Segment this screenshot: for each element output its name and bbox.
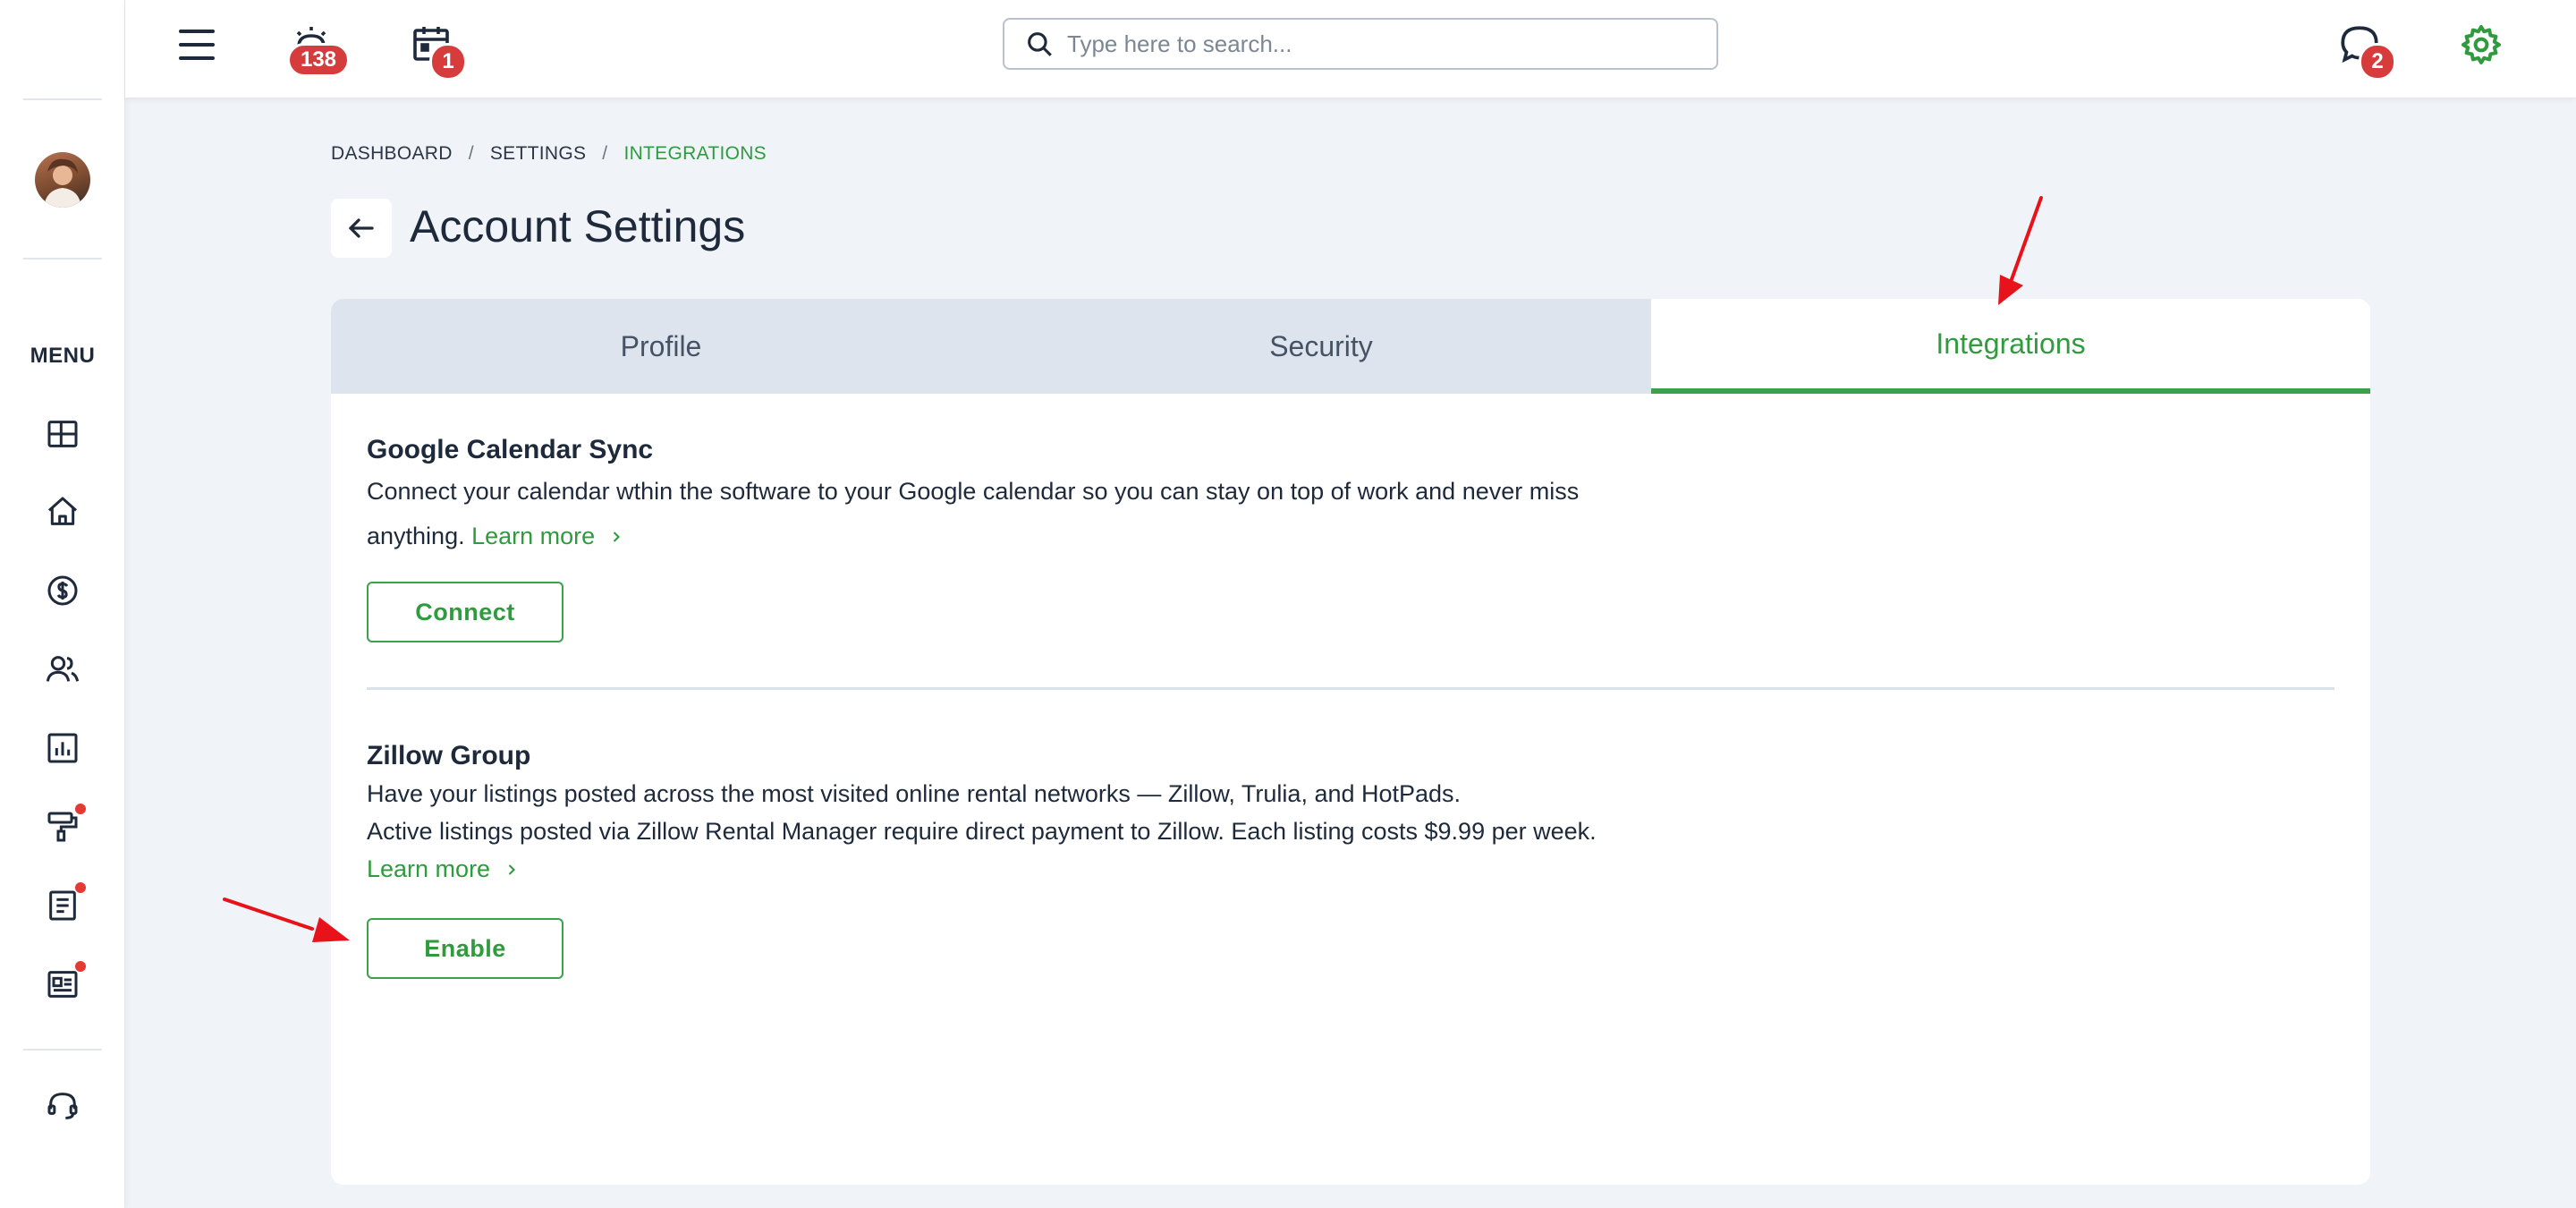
settings-button[interactable] bbox=[2456, 20, 2506, 70]
sidebar-item-people[interactable] bbox=[43, 650, 82, 689]
top-bar: 138 1 2 bbox=[125, 0, 2576, 98]
settings-card: Profile Security Integrations Google Cal… bbox=[331, 299, 2370, 1185]
paint-roller-icon bbox=[47, 812, 78, 842]
page-title: Account Settings bbox=[410, 201, 746, 251]
sidebar-divider bbox=[23, 98, 102, 100]
hamburger-icon bbox=[179, 30, 215, 60]
sidebar: MENU bbox=[0, 0, 125, 1208]
google-description-line1: Connect your calendar wthin the software… bbox=[367, 478, 1580, 505]
back-button[interactable] bbox=[331, 199, 392, 258]
chevron-right-icon bbox=[508, 864, 515, 875]
google-calendar-title: Google Calendar Sync bbox=[367, 435, 654, 464]
avatar[interactable] bbox=[35, 152, 90, 208]
section-divider bbox=[367, 687, 2334, 690]
chevron-right-icon bbox=[613, 532, 620, 542]
document-icon bbox=[49, 890, 76, 921]
menu-label: MENU bbox=[30, 344, 96, 368]
zillow-description: Have your listings posted across the mos… bbox=[367, 775, 2066, 888]
reports-icon bbox=[47, 733, 78, 763]
calendar-count-badge: 1 bbox=[429, 43, 467, 81]
google-description-text: anything. bbox=[367, 523, 465, 549]
search-box[interactable] bbox=[1003, 18, 1718, 70]
listing-icon bbox=[47, 971, 78, 998]
notification-dot bbox=[75, 882, 86, 893]
notification-dot bbox=[75, 961, 86, 972]
learn-more-label: Learn more bbox=[471, 523, 596, 549]
messages-count-badge: 2 bbox=[2359, 43, 2396, 81]
notification-dot bbox=[75, 804, 86, 814]
support-headset-icon bbox=[47, 1093, 78, 1119]
sidebar-item-support[interactable] bbox=[43, 1086, 82, 1126]
zillow-description-line2: Active listings posted via Zillow Rental… bbox=[367, 818, 1597, 845]
learn-more-label: Learn more bbox=[367, 855, 491, 882]
sidebar-divider bbox=[23, 258, 102, 259]
people-icon bbox=[46, 656, 80, 682]
connect-button[interactable]: Connect bbox=[367, 582, 564, 642]
sidebar-item-reports[interactable] bbox=[43, 728, 82, 768]
enable-button[interactable]: Enable bbox=[367, 918, 564, 979]
alerts-count-badge: 138 bbox=[287, 43, 350, 77]
breadcrumb-separator: / bbox=[468, 143, 474, 164]
annotation-arrow-right bbox=[223, 897, 350, 942]
sidebar-item-maintenance[interactable] bbox=[43, 804, 86, 846]
dollar-icon bbox=[47, 575, 78, 606]
sidebar-item-properties[interactable] bbox=[43, 492, 82, 532]
dashboard-icon bbox=[47, 421, 78, 447]
tab-security[interactable]: Security bbox=[991, 299, 1651, 394]
zillow-learn-more-link[interactable]: Learn more bbox=[367, 850, 2066, 888]
sidebar-divider bbox=[23, 1049, 102, 1051]
google-calendar-description: Connect your calendar wthin the software… bbox=[367, 469, 2066, 558]
sidebar-item-accounting[interactable] bbox=[43, 571, 82, 610]
zillow-group-title: Zillow Group bbox=[367, 741, 531, 770]
breadcrumb-integrations: INTEGRATIONS bbox=[623, 143, 767, 164]
sidebar-item-listings[interactable] bbox=[43, 961, 86, 1004]
search-input[interactable] bbox=[1067, 30, 1675, 58]
breadcrumb: DASHBOARD / SETTINGS / INTEGRATIONS bbox=[331, 143, 767, 165]
tab-profile[interactable]: Profile bbox=[331, 299, 991, 394]
search-icon bbox=[1028, 32, 1052, 56]
breadcrumb-settings[interactable]: SETTINGS bbox=[490, 143, 586, 165]
zillow-description-line1: Have your listings posted across the mos… bbox=[367, 780, 1462, 807]
google-learn-more-link[interactable]: Learn more bbox=[471, 523, 625, 549]
gear-icon bbox=[2462, 25, 2501, 64]
settings-tabs: Profile Security Integrations bbox=[331, 299, 2370, 394]
sidebar-item-dashboard[interactable] bbox=[43, 414, 82, 454]
hamburger-menu-button[interactable] bbox=[174, 21, 220, 68]
annotation-arrow-down bbox=[1998, 196, 2043, 305]
arrow-left-icon bbox=[349, 218, 374, 238]
google-description-line2: anything. Learn more bbox=[367, 514, 2066, 558]
sidebar-item-documents[interactable] bbox=[43, 882, 86, 925]
breadcrumb-separator: / bbox=[602, 143, 608, 164]
breadcrumb-dashboard[interactable]: DASHBOARD bbox=[331, 143, 453, 165]
home-icon bbox=[48, 497, 77, 525]
